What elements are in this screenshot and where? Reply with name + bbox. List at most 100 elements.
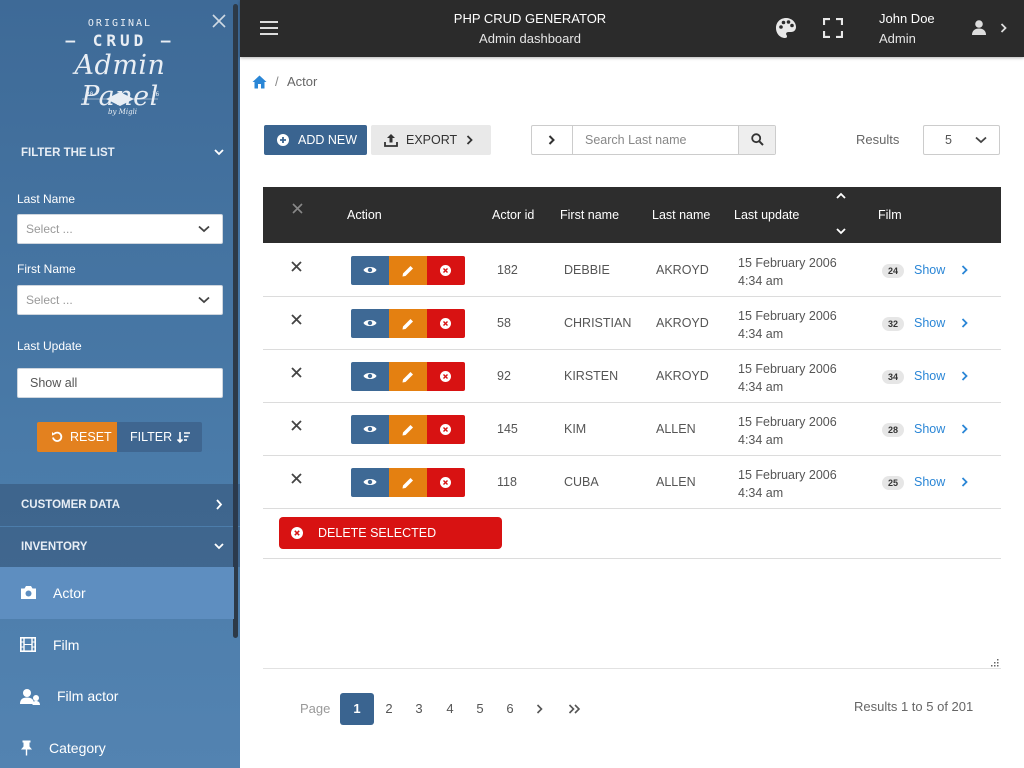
chevron-right-icon[interactable] — [961, 265, 968, 275]
row-actions — [351, 362, 465, 391]
cell-last-name: AKROYD — [656, 263, 709, 277]
chevron-right-icon — [466, 135, 473, 145]
reset-icon — [52, 431, 63, 442]
sidebar-item-actor[interactable]: Actor — [0, 567, 234, 619]
delete-button[interactable] — [427, 362, 465, 391]
cell-last-name: AKROYD — [656, 316, 709, 330]
column-header-actor-id[interactable]: Actor id — [492, 208, 534, 222]
sidebar-item-film-actor[interactable]: Film actor — [0, 670, 234, 722]
resize-handle-icon[interactable] — [989, 657, 999, 667]
search-field-toggle-button[interactable] — [532, 126, 573, 154]
chevron-right-icon[interactable] — [961, 371, 968, 381]
delete-selected-button[interactable]: DELETE SELECTED RECORDS — [279, 517, 502, 572]
sidebar-item-film[interactable]: Film — [0, 619, 234, 671]
hamburger-menu-icon[interactable] — [260, 21, 278, 35]
view-button[interactable] — [351, 309, 389, 338]
page-button-6[interactable]: 6 — [493, 693, 527, 725]
user-menu-chevron-icon[interactable] — [1000, 23, 1007, 33]
pagination-info: Results 1 to 5 of 201 — [854, 699, 974, 714]
filter-section-header[interactable]: FILTER THE LIST — [0, 132, 240, 174]
next-page-button[interactable] — [524, 693, 558, 725]
page-button-5[interactable]: 5 — [463, 693, 497, 725]
view-button[interactable] — [351, 362, 389, 391]
top-bar: PHP CRUD GENERATOR Admin dashboard John … — [240, 0, 1024, 57]
delete-button[interactable] — [427, 309, 465, 338]
delete-button[interactable] — [427, 256, 465, 285]
view-button[interactable] — [351, 256, 389, 285]
logo-line2: — CRUD — — [65, 31, 175, 50]
edit-button[interactable] — [389, 362, 427, 391]
show-films-link[interactable]: Show — [914, 422, 945, 436]
sidebar-item-category[interactable]: Category — [0, 722, 234, 768]
cell-last-name: ALLEN — [656, 422, 696, 436]
reset-button[interactable]: RESET — [37, 422, 117, 452]
breadcrumb-current: Actor — [287, 74, 318, 89]
view-button[interactable] — [351, 415, 389, 444]
select-row-x-icon[interactable] — [291, 261, 302, 272]
delete-button[interactable] — [427, 468, 465, 497]
app-title-block: PHP CRUD GENERATOR Admin dashboard — [430, 9, 630, 49]
customer-data-section[interactable]: CUSTOMER DATA — [0, 484, 240, 526]
page-button-1[interactable]: 1 — [340, 693, 374, 725]
chevron-right-icon[interactable] — [961, 424, 968, 434]
show-films-link[interactable]: Show — [914, 475, 945, 489]
show-films-link[interactable]: Show — [914, 369, 945, 383]
column-header-first-name[interactable]: First name — [560, 208, 619, 222]
select-row-x-icon[interactable] — [291, 367, 302, 378]
cell-date: 15 February 2006 — [738, 256, 837, 270]
search-button[interactable] — [738, 126, 775, 154]
film-count-badge: 34 — [882, 370, 904, 384]
user-icon[interactable] — [972, 20, 986, 35]
pin-icon — [21, 740, 32, 756]
user-info[interactable]: John Doe Admin — [879, 9, 935, 49]
filter-lastupdate-select[interactable]: Show all — [17, 368, 223, 398]
eye-icon — [363, 479, 377, 485]
palette-icon[interactable] — [775, 17, 797, 39]
cell-date: 15 February 2006 — [738, 362, 837, 376]
home-icon[interactable] — [252, 75, 267, 89]
show-films-link[interactable]: Show — [914, 263, 945, 277]
sort-descending-icon[interactable] — [836, 228, 846, 235]
column-header-last-update[interactable]: Last update — [734, 208, 799, 222]
results-per-page-select[interactable]: 5 — [923, 125, 1000, 155]
select-row-x-icon[interactable] — [291, 314, 302, 325]
edit-button[interactable] — [389, 309, 427, 338]
show-films-link[interactable]: Show — [914, 316, 945, 330]
sidebar-item-label: Film — [53, 637, 80, 653]
sidebar-item-label: Actor — [53, 585, 86, 601]
page-button-4[interactable]: 4 — [433, 693, 467, 725]
edit-button[interactable] — [389, 256, 427, 285]
edit-button[interactable] — [389, 415, 427, 444]
inventory-section[interactable]: INVENTORY — [0, 527, 240, 567]
pencil-icon — [402, 372, 413, 383]
page-button-2[interactable]: 2 — [372, 693, 406, 725]
chevron-right-icon[interactable] — [961, 477, 968, 487]
filter-firstname-select[interactable]: Select ... — [17, 285, 223, 315]
page-button-3[interactable]: 3 — [402, 693, 436, 725]
close-sidebar-icon[interactable] — [211, 13, 227, 29]
filter-lastname-select[interactable]: Select ... — [17, 214, 223, 244]
sort-ascending-icon[interactable] — [836, 192, 846, 199]
chevron-right-icon — [536, 704, 543, 714]
select-row-x-icon[interactable] — [291, 420, 302, 431]
edit-button[interactable] — [389, 468, 427, 497]
column-header-last-name[interactable]: Last name — [652, 208, 710, 222]
last-page-button[interactable] — [558, 693, 592, 725]
export-button[interactable]: EXPORT — [371, 125, 491, 155]
filter-lastname-label: Last Name — [17, 192, 76, 206]
logo-year-left: 20 — [86, 91, 94, 98]
deselect-all-icon[interactable] — [292, 203, 303, 214]
table-header: Action Actor id First name Last name Las… — [263, 187, 1001, 243]
fullscreen-icon[interactable] — [823, 18, 843, 38]
search-input[interactable]: Search Last name — [585, 126, 686, 154]
view-button[interactable] — [351, 468, 389, 497]
chevron-right-icon[interactable] — [961, 318, 968, 328]
column-header-action: Action — [347, 208, 382, 222]
reset-label: RESET — [70, 430, 112, 444]
filter-button[interactable]: FILTER — [117, 422, 202, 452]
add-new-button[interactable]: ADD NEW — [264, 125, 367, 155]
pencil-icon — [402, 319, 413, 330]
select-row-x-icon[interactable] — [291, 473, 302, 484]
cell-time: 4:34 am — [738, 433, 784, 447]
delete-button[interactable] — [427, 415, 465, 444]
